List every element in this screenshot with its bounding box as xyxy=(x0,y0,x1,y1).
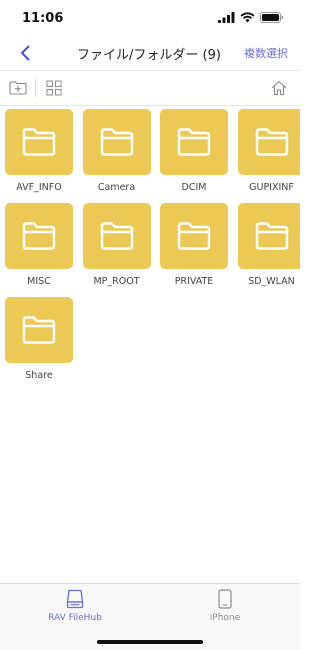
folder-icon xyxy=(177,128,211,156)
back-button[interactable] xyxy=(14,42,36,64)
file-browser-screen: 11:06 ファイル/フォルダー (9) 複数選択 AVF_INFO Camer… xyxy=(0,0,300,650)
folder-item[interactable]: PRIVATE xyxy=(157,203,231,295)
folder-icon xyxy=(100,222,133,250)
folder-icon xyxy=(255,128,288,156)
folder-item[interactable]: DCIM xyxy=(157,109,231,201)
navigation-bar: ファイル/フォルダー (9) 複数選択 xyxy=(0,36,300,71)
folder-label: SD_WLAN xyxy=(248,276,295,287)
folder-plus-icon xyxy=(9,81,27,95)
folder-item[interactable]: Camera xyxy=(80,109,154,201)
wifi-icon xyxy=(240,12,255,23)
folder-item[interactable]: SD_WLAN xyxy=(235,203,300,295)
tab-label: RAV FileHub xyxy=(48,613,102,623)
folder-item[interactable]: MISC xyxy=(2,203,76,295)
folder-label: AVF_INFO xyxy=(16,182,62,193)
chevron-left-icon xyxy=(21,45,30,61)
folder-tile xyxy=(237,203,300,269)
status-icons xyxy=(218,12,284,23)
tab-rav-filehub[interactable]: RAV FileHub xyxy=(0,588,150,632)
folder-icon xyxy=(177,222,211,250)
folder-tile xyxy=(5,297,73,363)
folder-item[interactable]: Share xyxy=(2,297,76,389)
multi-select-button[interactable]: 複数選択 xyxy=(244,45,288,61)
folder-tile xyxy=(82,109,151,175)
folder-item[interactable]: AVF_INFO xyxy=(2,109,76,201)
folder-label: Share xyxy=(25,370,53,381)
folder-label: MP_ROOT xyxy=(93,276,140,287)
battery-icon xyxy=(260,12,284,23)
storage-drive-icon xyxy=(66,589,84,609)
folder-icon xyxy=(22,128,56,156)
folder-item[interactable]: MP_ROOT xyxy=(80,203,154,295)
page-title: ファイル/フォルダー (9) xyxy=(77,48,221,63)
folder-tile xyxy=(160,109,228,175)
folder-label: MISC xyxy=(27,276,51,287)
folder-icon xyxy=(100,128,133,156)
cellular-signal-icon xyxy=(218,12,235,23)
toolbar-divider xyxy=(35,79,36,97)
tab-iphone[interactable]: iPhone xyxy=(150,588,300,632)
status-time: 11:06 xyxy=(22,11,64,26)
folder-label: DCIM xyxy=(181,182,207,193)
grid-view-button[interactable] xyxy=(45,79,63,97)
folder-label: Camera xyxy=(97,182,136,193)
tab-label: iPhone xyxy=(209,613,241,623)
tab-icon-wrap xyxy=(65,588,85,610)
phone-icon xyxy=(218,589,232,609)
folder-item[interactable]: GUPIXINF xyxy=(235,109,300,201)
home-button[interactable] xyxy=(270,79,288,97)
folder-tile xyxy=(82,203,151,269)
folder-label: PRIVATE xyxy=(174,276,214,287)
folder-tile xyxy=(237,109,300,175)
folder-label: GUPIXINF xyxy=(249,182,294,193)
folder-tile xyxy=(5,109,73,175)
home-icon xyxy=(271,80,287,96)
new-folder-button[interactable] xyxy=(9,79,27,97)
grid-view-icon xyxy=(46,80,62,96)
tab-icon-wrap xyxy=(215,588,235,610)
folder-icon xyxy=(255,222,288,250)
folder-icon xyxy=(22,222,56,250)
status-bar: 11:06 xyxy=(0,0,300,36)
folder-tile xyxy=(5,203,73,269)
folder-tile xyxy=(160,203,228,269)
folder-icon xyxy=(22,316,56,344)
toolbar xyxy=(0,71,300,106)
home-indicator xyxy=(97,640,203,644)
